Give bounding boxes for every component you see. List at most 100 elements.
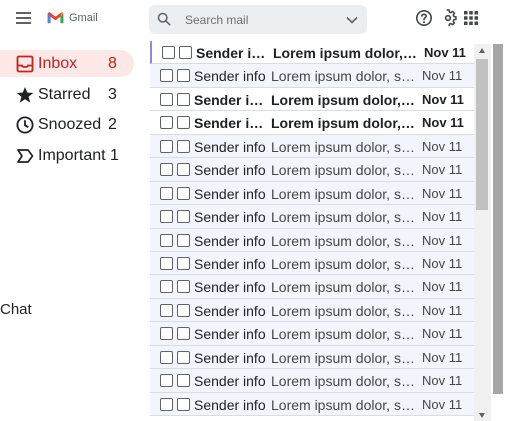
row-checkbox[interactable] <box>177 327 190 341</box>
mail-subject: Lorem ipsum dolor, sit amet <box>271 349 417 366</box>
search-bar[interactable] <box>149 5 367 34</box>
mail-date: Nov 11 <box>422 255 463 271</box>
mail-date: Nov 11 <box>422 91 464 107</box>
row-checkbox[interactable] <box>177 397 190 411</box>
row-checkbox[interactable] <box>177 303 190 317</box>
gear-icon[interactable] <box>439 9 457 27</box>
apps-icon[interactable] <box>464 11 478 25</box>
mail-sender: Sender info <box>194 279 266 296</box>
mail-sender: Sender info <box>194 91 266 108</box>
search-options-icon[interactable] <box>346 15 358 25</box>
scroll-up-arrow-icon[interactable] <box>479 48 485 53</box>
help-icon[interactable] <box>415 9 433 27</box>
row-checkbox[interactable] <box>177 92 190 106</box>
mail-subject: Lorem ipsum dolor, sit amet <box>271 185 417 202</box>
select-checkbox[interactable] <box>160 280 173 294</box>
star-icon <box>16 87 34 103</box>
row-checkbox[interactable] <box>177 280 190 294</box>
select-checkbox[interactable] <box>160 233 173 247</box>
mail-sender: Sender info <box>194 232 266 249</box>
select-checkbox[interactable] <box>160 303 173 317</box>
mail-row[interactable]: Sender info Lorem ipsum dolor, sit amet No… <box>150 64 474 88</box>
sidebar-item-starred[interactable]: Starred 3 <box>0 81 134 108</box>
sidebar-item-important[interactable]: Important 1 <box>0 142 134 169</box>
search-input[interactable] <box>185 12 335 28</box>
mail-date: Nov 11 <box>422 326 463 342</box>
row-checkbox[interactable] <box>177 210 190 224</box>
row-checkbox[interactable] <box>179 46 192 59</box>
mail-date: Nov 11 <box>422 68 463 84</box>
mail-date: Nov 11 <box>422 185 463 201</box>
mail-row[interactable]: Sender info Lorem ipsum dolor, sit amet No… <box>150 392 474 416</box>
mail-subject: Lorem ipsum dolor, sit amet <box>271 396 417 413</box>
mail-sender: Sender info <box>194 162 266 179</box>
row-checkbox[interactable] <box>177 256 190 270</box>
mail-subject: Lorem ipsum dolor, sit amet <box>271 138 417 155</box>
select-checkbox[interactable] <box>160 350 173 364</box>
search-icon[interactable] <box>157 12 171 26</box>
row-checkbox[interactable] <box>177 69 190 83</box>
select-checkbox[interactable] <box>160 92 173 106</box>
select-checkbox[interactable] <box>160 163 173 177</box>
mail-row[interactable]: Sender info Lorem ipsum dolor, sit amet No… <box>150 181 474 206</box>
mail-sender: Sender info <box>194 68 266 85</box>
page-scrollbar-thumb[interactable] <box>493 44 503 394</box>
sidebar-item-inbox[interactable]: Inbox 8 <box>0 50 134 77</box>
mail-row[interactable]: Sender info Lorem ipsum dolor, sit amet No… <box>150 111 474 135</box>
mail-subject: Lorem ipsum dolor, sit amet <box>273 45 419 61</box>
menu-icon[interactable] <box>16 12 31 24</box>
gmail-logo[interactable]: Gmail <box>47 11 98 24</box>
scroll-thumb[interactable] <box>476 59 488 210</box>
mail-row[interactable]: Sender info Lorem ipsum dolor, sit amet No… <box>150 251 474 276</box>
mail-sender: Sender info <box>194 209 266 226</box>
mail-row[interactable]: Sender info Lorem ipsum dolor, sit amet No… <box>150 369 474 393</box>
select-checkbox[interactable] <box>160 374 173 388</box>
select-checkbox[interactable] <box>160 256 173 270</box>
select-checkbox[interactable] <box>162 46 175 59</box>
mail-row[interactable]: Sender info Lorem ipsum dolor, sit amet No… <box>150 41 474 65</box>
mail-row[interactable]: Sender info Lorem ipsum dolor, sit amet No… <box>150 228 474 252</box>
mail-row[interactable]: Sender info Lorem ipsum dolor, sit amet No… <box>150 322 474 346</box>
mail-subject: Lorem ipsum dolor, sit amet <box>271 115 417 132</box>
row-checkbox[interactable] <box>177 350 190 364</box>
mail-sender: Sender info <box>194 185 266 202</box>
mail-row[interactable]: Sender info Lorem ipsum dolor, sit amet No… <box>150 87 474 112</box>
mail-list-scrollbar[interactable] <box>474 44 491 421</box>
sidebar-item-label: Starred <box>38 86 91 103</box>
mail-row[interactable]: Sender info Lorem ipsum dolor, sit amet No… <box>150 275 474 299</box>
clock-icon <box>16 116 34 134</box>
scroll-down-arrow-icon[interactable] <box>479 413 485 418</box>
row-checkbox[interactable] <box>177 374 190 388</box>
select-checkbox[interactable] <box>160 116 173 130</box>
select-checkbox[interactable] <box>160 397 173 411</box>
select-checkbox[interactable] <box>160 210 173 224</box>
row-checkbox[interactable] <box>177 186 190 200</box>
mail-row[interactable]: Sender info Lorem ipsum dolor, sit amet No… <box>150 205 474 229</box>
sidebar-item-count: 1 <box>110 147 119 164</box>
mail-row[interactable]: Sender info Lorem ipsum dolor, sit amet No… <box>150 345 474 370</box>
sidebar-item-snoozed[interactable]: Snoozed 2 <box>0 111 134 138</box>
mail-row[interactable]: Sender info Lorem ipsum dolor, sit amet No… <box>150 158 474 182</box>
row-checkbox[interactable] <box>177 163 190 177</box>
row-checkbox[interactable] <box>177 233 190 247</box>
sidebar-item-count: 3 <box>108 86 117 103</box>
mail-row[interactable]: Sender info Lorem ipsum dolor, sit amet No… <box>150 134 474 159</box>
row-checkbox[interactable] <box>177 139 190 153</box>
select-checkbox[interactable] <box>160 186 173 200</box>
inbox-icon <box>16 55 34 73</box>
row-checkbox[interactable] <box>177 116 190 130</box>
mail-subject: Lorem ipsum dolor, sit amet <box>271 326 417 343</box>
mail-date: Nov 11 <box>422 373 463 389</box>
select-checkbox[interactable] <box>160 69 173 83</box>
gmail-m-icon <box>47 11 64 24</box>
mail-date: Nov 11 <box>422 209 463 225</box>
sidebar-item-label: Snoozed <box>38 116 102 133</box>
select-checkbox[interactable] <box>160 327 173 341</box>
mail-list: Sender infoLorem ipsum dolor, sit ametNo… <box>150 41 474 421</box>
mail-sender: Sender info <box>194 349 266 366</box>
sidebar-item-label: Important <box>38 147 106 164</box>
chat-label[interactable]: Chat <box>0 301 32 318</box>
mail-row[interactable]: Sender info Lorem ipsum dolor, sit amet No… <box>150 298 474 323</box>
select-checkbox[interactable] <box>160 139 173 153</box>
mail-subject: Lorem ipsum dolor, sit amet <box>271 279 417 296</box>
